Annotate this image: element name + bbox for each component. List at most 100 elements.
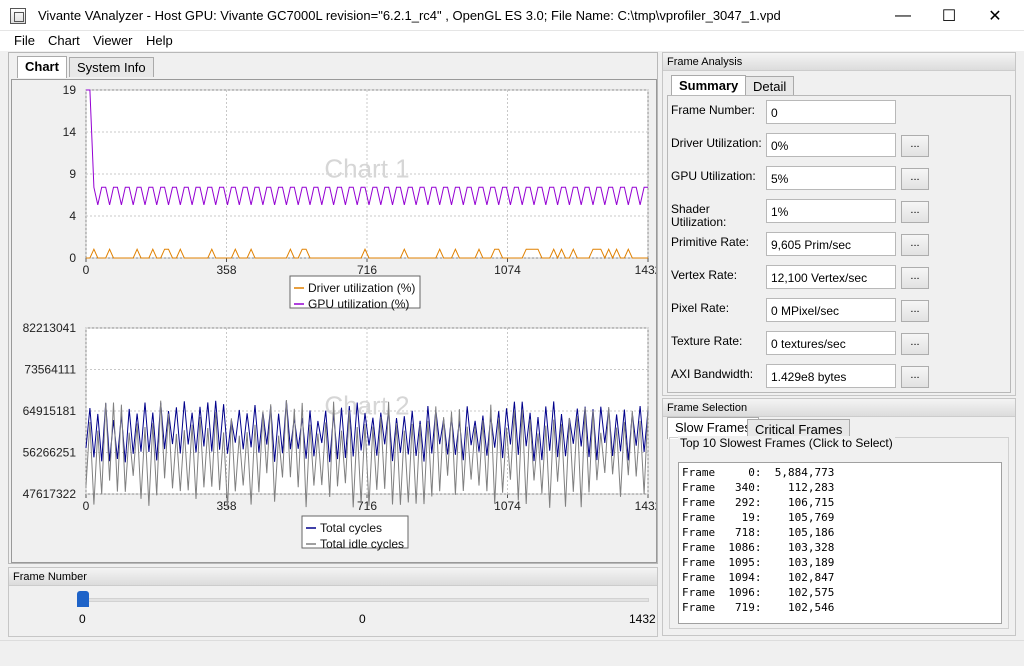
slider-current-label: 0 <box>359 612 366 626</box>
y-tick-label: 56266251 <box>23 446 77 460</box>
legend-label: GPU utilization (%) <box>308 297 409 311</box>
shader-utilization-field[interactable]: 1% <box>766 199 896 223</box>
shader-utilization-details-button[interactable]: ... <box>901 201 929 223</box>
list-item[interactable]: Frame 718: 105,186 <box>682 525 1001 540</box>
slider-max-label: 1432 <box>629 612 656 626</box>
slowest-frames-list: Frame 0: 5,884,773 Frame 340: 112,283 Fr… <box>678 462 1002 624</box>
menu-file[interactable]: File <box>14 33 35 48</box>
summary-body: Frame Number: 0 Driver Utilization: 0% .… <box>667 95 1011 393</box>
legend-label: Total idle cycles <box>320 537 404 551</box>
row-texture-rate: Texture Rate: 0 textures/sec ... <box>671 331 1011 357</box>
list-item[interactable]: Frame 1094: 102,847 <box>682 570 1001 585</box>
vertex-rate-field[interactable]: 12,100 Vertex/sec <box>766 265 896 289</box>
x-tick-label: 0 <box>83 499 90 513</box>
y-tick-label: 14 <box>63 125 77 139</box>
x-tick-label: 0 <box>83 263 90 277</box>
frame-selection-header: Frame Selection <box>663 399 1015 417</box>
x-tick-label: 1432 <box>635 263 656 277</box>
close-button[interactable]: ✕ <box>972 0 1018 31</box>
shader-utilization-label: Shader Utilization: <box>671 202 727 229</box>
charts-svg: 0 358 716 1074 1432 0 4 9 14 19 Chart 1 Driver util… <box>23 83 662 551</box>
frame-number-label: Frame Number: <box>671 103 756 117</box>
tab-system-info[interactable]: System Info <box>69 57 154 77</box>
legend-label: Total cycles <box>320 521 382 535</box>
window-title: Vivante VAnalyzer - Host GPU: Vivante GC… <box>38 8 781 23</box>
chart-area: 0 358 716 1074 1432 0 4 9 14 19 Chart 1 Driver util… <box>11 79 662 563</box>
row-vertex-rate: Vertex Rate: 12,100 Vertex/sec ... <box>671 265 1011 291</box>
primitive-rate-label: Primitive Rate: <box>671 235 750 249</box>
frame-number-panel: Frame Number 0 0 1432 <box>8 567 658 637</box>
list-item[interactable]: Frame 0: 5,884,773 <box>682 465 1001 480</box>
vertex-rate-label: Vertex Rate: <box>671 268 738 282</box>
row-primitive-rate: Primitive Rate: 9,605 Prim/sec ... <box>671 232 1011 258</box>
axi-bandwidth-field[interactable]: 1.429e8 bytes <box>766 364 896 388</box>
y-tick-label: 9 <box>69 167 76 181</box>
gpu-utilization-details-button[interactable]: ... <box>901 168 929 190</box>
x-tick-label: 1074 <box>494 499 521 513</box>
menu-help[interactable]: Help <box>146 33 173 48</box>
tab-summary[interactable]: Summary <box>671 75 747 97</box>
row-gpu-utilization: GPU Utilization: 5% ... <box>671 166 1011 192</box>
frame-number-field[interactable]: 0 <box>766 100 896 124</box>
frame-number-header: Frame Number <box>9 568 657 586</box>
vertex-rate-details-button[interactable]: ... <box>901 267 929 289</box>
driver-utilization-field[interactable]: 0% <box>766 133 896 157</box>
pixel-rate-field[interactable]: 0 MPixel/sec <box>766 298 896 322</box>
primitive-rate-details-button[interactable]: ... <box>901 234 929 256</box>
y-tick-label: 47617322 <box>23 487 77 501</box>
driver-utilization-details-button[interactable]: ... <box>901 135 929 157</box>
slowest-frames-title: Top 10 Slowest Frames (Click to Select) <box>678 436 895 450</box>
y-tick-label: 19 <box>63 83 77 97</box>
frame-slider-track[interactable] <box>81 598 649 602</box>
maximize-button[interactable]: ☐ <box>926 0 972 31</box>
y-tick-label: 73564111 <box>24 363 76 377</box>
texture-rate-label: Texture Rate: <box>671 334 743 348</box>
texture-rate-field[interactable]: 0 textures/sec <box>766 331 896 355</box>
x-tick-label: 716 <box>357 263 377 277</box>
list-item[interactable]: Frame 292: 106,715 <box>682 495 1001 510</box>
tab-detail[interactable]: Detail <box>745 76 795 96</box>
title-bar: Vivante VAnalyzer - Host GPU: Vivante GC… <box>0 0 1024 31</box>
y-tick-label: 64915181 <box>23 404 77 418</box>
row-pixel-rate: Pixel Rate: 0 MPixel/sec ... <box>671 298 1011 324</box>
row-driver-utilization: Driver Utilization: 0% ... <box>671 133 1011 159</box>
y-tick-label: 82213041 <box>23 321 77 335</box>
legend-label: Driver utilization (%) <box>308 281 415 295</box>
axi-bandwidth-label: AXI Bandwidth: <box>671 367 754 381</box>
tab-chart[interactable]: Chart <box>17 56 67 78</box>
frame-analysis-header: Frame Analysis <box>663 53 1015 71</box>
driver-utilization-label: Driver Utilization: <box>671 136 762 150</box>
chart-title: Chart 2 <box>324 390 409 420</box>
list-item[interactable]: Frame 1086: 103,328 <box>682 540 1001 555</box>
app-icon <box>10 8 26 24</box>
chart-title: Chart 1 <box>324 153 409 183</box>
list-item[interactable]: Frame 340: 112,283 <box>682 480 1001 495</box>
slowest-frames-group: Top 10 Slowest Frames (Click to Select) … <box>669 436 1009 629</box>
frame-selection-panel: Frame Selection Slow Frames Critical Fra… <box>662 398 1016 636</box>
x-tick-label: 1432 <box>635 499 656 513</box>
status-strip <box>0 640 1024 666</box>
y-tick-label: 0 <box>69 251 76 265</box>
pixel-rate-label: Pixel Rate: <box>671 301 730 315</box>
list-item[interactable]: Frame 719: 102,546 <box>682 600 1001 615</box>
list-item[interactable]: Frame 1096: 102,575 <box>682 585 1001 600</box>
primitive-rate-field[interactable]: 9,605 Prim/sec <box>766 232 896 256</box>
row-shader-utilization: Shader Utilization: 1% ... <box>671 199 1011 229</box>
frame-analysis-panel: Frame Analysis Summary Detail Frame Numb… <box>662 52 1016 396</box>
minimize-button[interactable]: — <box>880 0 926 31</box>
list-item[interactable]: Frame 19: 105,769 <box>682 510 1001 525</box>
y-tick-label: 4 <box>69 209 76 223</box>
axi-bandwidth-details-button[interactable]: ... <box>901 366 929 388</box>
x-tick-label: 358 <box>216 263 236 277</box>
menu-viewer[interactable]: Viewer <box>93 33 133 48</box>
texture-rate-details-button[interactable]: ... <box>901 333 929 355</box>
slider-min-label: 0 <box>79 612 86 626</box>
x-tick-label: 716 <box>357 499 377 513</box>
x-tick-label: 1074 <box>494 263 521 277</box>
frame-slider-handle[interactable] <box>77 591 89 607</box>
menu-chart[interactable]: Chart <box>48 33 80 48</box>
list-item[interactable]: Frame 1095: 103,189 <box>682 555 1001 570</box>
gpu-utilization-field[interactable]: 5% <box>766 166 896 190</box>
chart-pane: Chart System Info 0 358 716 1074 1432 0 4 9 14 19… <box>8 52 662 564</box>
pixel-rate-details-button[interactable]: ... <box>901 300 929 322</box>
